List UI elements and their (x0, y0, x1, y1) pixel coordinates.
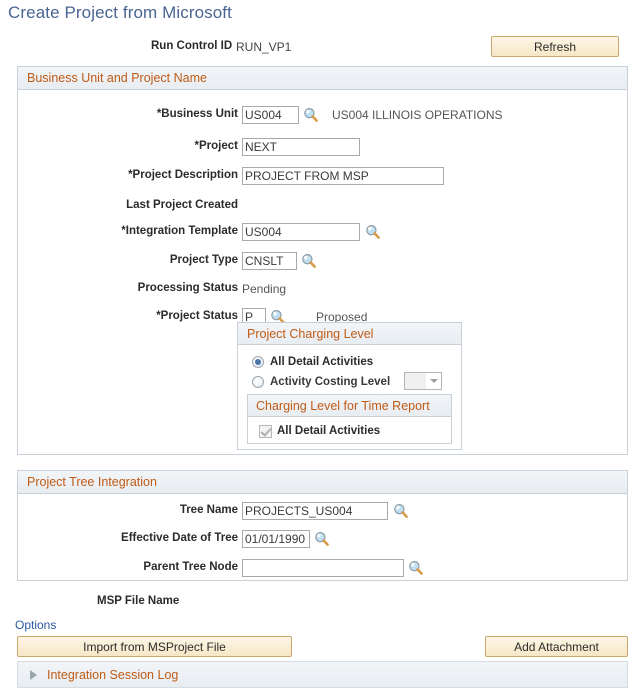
charging-level-header: Project Charging Level (238, 323, 461, 345)
business-unit-label: *Business Unit (156, 108, 238, 120)
msp-file-name-label: MSP File Name (97, 595, 180, 607)
add-attachment-button[interactable]: Add Attachment (485, 636, 628, 657)
tree-name-input[interactable] (242, 502, 388, 520)
last-project-created-row: Last Project Created (18, 197, 629, 217)
project-description-input[interactable] (242, 167, 444, 185)
tree-name-label: Tree Name (179, 504, 238, 516)
radio-activity-costing-level-control[interactable] (252, 376, 264, 388)
business-unit-section-header: Business Unit and Project Name (18, 67, 627, 90)
import-from-msproject-file-button[interactable]: Import from MSProject File (17, 636, 292, 657)
business-unit-row: *Business Unit US004 ILLINOIS OPERATIONS (18, 106, 629, 126)
last-project-created-label: Last Project Created (126, 199, 238, 211)
effective-date-label: Effective Date of Tree (121, 532, 238, 544)
radio-all-detail-activities-label: All Detail Activities (270, 356, 374, 368)
business-unit-input[interactable] (242, 106, 299, 124)
chevron-right-icon[interactable] (30, 669, 37, 680)
chevron-down-icon[interactable] (426, 373, 441, 389)
project-description-label: *Project Description (128, 169, 238, 181)
page-title: Create Project from Microsoft (8, 3, 232, 22)
checkbox-all-detail-activities-label: All Detail Activities (277, 425, 381, 437)
integration-template-label: *Integration Template (121, 225, 238, 237)
project-tree-integration-group: Project Tree Integration Tree Name Effec… (17, 470, 628, 581)
radio-activity-costing-level[interactable]: Activity Costing Level (252, 373, 390, 391)
radio-activity-costing-level-label: Activity Costing Level (270, 376, 391, 388)
radio-all-detail-activities[interactable]: All Detail Activities (252, 353, 373, 371)
radio-all-detail-activities-control[interactable] (252, 356, 264, 368)
business-unit-magnifier-icon[interactable] (303, 107, 319, 123)
activity-costing-level-value (405, 373, 426, 389)
charging-level-for-time-report-panel: Charging Level for Time Report All Detai… (247, 394, 452, 444)
run-control-id-label: Run Control ID (151, 40, 233, 52)
effective-date-input[interactable] (242, 530, 310, 548)
project-row: *Project (18, 138, 629, 158)
run-control-id-value: RUN_VP1 (236, 40, 292, 54)
effective-date-row: Effective Date of Tree (18, 530, 629, 550)
business-unit-description: US004 ILLINOIS OPERATIONS (332, 108, 503, 122)
processing-status-label: Processing Status (137, 282, 238, 294)
processing-status-value: Pending (242, 282, 287, 296)
tree-name-magnifier-icon[interactable] (393, 503, 409, 519)
processing-status-row: Processing Status Pending (18, 280, 629, 300)
time-report-header: Charging Level for Time Report (248, 395, 451, 417)
tree-name-row: Tree Name (18, 502, 629, 522)
project-description-row: *Project Description (18, 167, 629, 187)
parent-tree-node-label: Parent Tree Node (143, 561, 238, 573)
project-type-row: Project Type (18, 252, 629, 272)
project-type-magnifier-icon[interactable] (301, 253, 317, 269)
project-input[interactable] (242, 138, 360, 156)
checkbox-all-detail-activities[interactable] (259, 424, 272, 438)
project-type-input[interactable] (242, 252, 297, 270)
checkbox-all-detail-activities-row[interactable]: All Detail Activities (259, 423, 380, 439)
project-status-label: *Project Status (156, 310, 238, 322)
project-charging-level-panel: Project Charging Level All Detail Activi… (237, 322, 462, 450)
integration-template-row: *Integration Template (18, 223, 629, 243)
parent-tree-node-input[interactable] (242, 559, 404, 577)
integration-template-magnifier-icon[interactable] (365, 224, 381, 240)
integration-template-input[interactable] (242, 223, 360, 241)
integration-session-log-label: Integration Session Log (47, 667, 179, 682)
refresh-button[interactable]: Refresh (491, 36, 619, 57)
integration-session-log-section[interactable]: Integration Session Log (17, 661, 628, 688)
parent-tree-node-row: Parent Tree Node (18, 559, 629, 579)
tree-section-header: Project Tree Integration (18, 471, 627, 494)
parent-tree-node-magnifier-icon[interactable] (408, 560, 424, 576)
options-label: Options (15, 618, 57, 632)
project-label: *Project (194, 140, 238, 152)
effective-date-magnifier-icon[interactable] (314, 531, 330, 547)
activity-costing-level-select[interactable] (404, 372, 442, 390)
project-type-label: Project Type (169, 254, 238, 266)
